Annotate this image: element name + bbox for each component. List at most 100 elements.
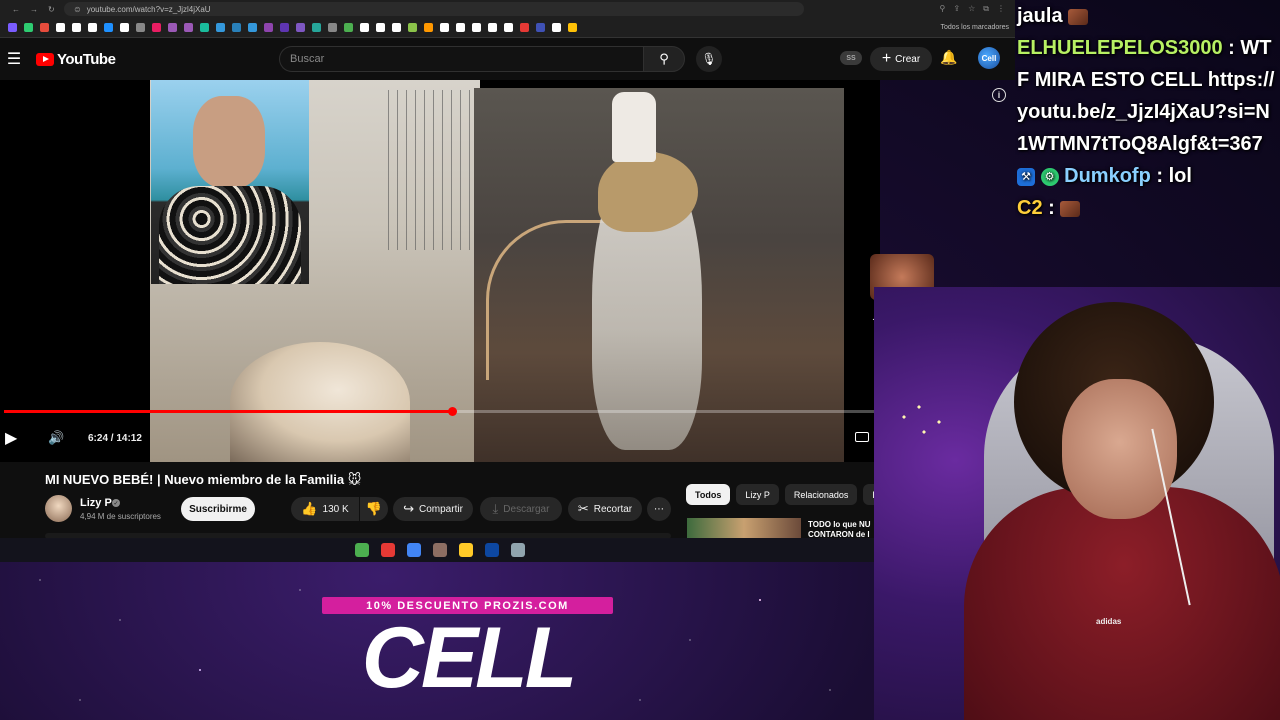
taskbar — [0, 538, 880, 562]
bookmark-icon[interactable] — [504, 23, 513, 32]
create-button[interactable]: + Crear — [870, 47, 932, 71]
stream-chat: jaula ELHUELEPELOS3000 : WTF MIRA ESTO C… — [1015, 0, 1280, 285]
zoom-icon[interactable]: ⚲ — [940, 4, 946, 14]
bookmark-icon[interactable] — [104, 23, 113, 32]
chat-username: Dumkofp — [1064, 165, 1151, 187]
chat-message: ⚒ ⚙ Dumkofp : lol — [1017, 160, 1280, 192]
bookmark-icon[interactable] — [88, 23, 97, 32]
download-button[interactable]: ⤓ Descargar — [480, 497, 562, 521]
verified-icon: ✓ — [112, 499, 120, 507]
more-actions-button[interactable]: ⋯ — [647, 497, 671, 521]
recommendation-title[interactable]: TODO lo que NU CONTARON de l — [808, 520, 876, 540]
bookmark-icon[interactable] — [392, 23, 401, 32]
bookmark-icon[interactable] — [376, 23, 385, 32]
forward-icon[interactable]: → — [30, 5, 38, 14]
bookmark-icon[interactable] — [552, 23, 561, 32]
taskbar-app-icon[interactable] — [381, 543, 395, 557]
bookmark-icon[interactable] — [264, 23, 273, 32]
bookmark-icon[interactable] — [168, 23, 177, 32]
search-input[interactable]: Buscar — [279, 46, 643, 72]
play-button[interactable]: ▶ — [5, 428, 17, 448]
extensions-icon[interactable]: ⧉ — [983, 4, 989, 14]
bookmark-icon[interactable] — [56, 23, 65, 32]
volume-button[interactable]: 🔊 — [48, 430, 64, 446]
reload-icon[interactable]: ↻ — [48, 5, 55, 14]
channel-name[interactable]: Lizy P — [80, 497, 112, 509]
bookmark-icon[interactable] — [312, 23, 321, 32]
bookmark-icon[interactable] — [232, 23, 241, 32]
bookmark-icon[interactable] — [536, 23, 545, 32]
chat-badge-icon: ⚙ — [1040, 167, 1059, 186]
chip-channel[interactable]: Lizy P — [736, 484, 779, 505]
extensions-area: ⚲ ⇪ ☆ ⧉ ⋮ — [804, 4, 1015, 14]
address-bar[interactable]: ⊜ youtube.com/watch?v=z_Jjzl4jXaU — [64, 2, 804, 16]
bookmark-icon[interactable] — [72, 23, 81, 32]
recommendation-thumbnail[interactable] — [687, 518, 801, 538]
taskbar-app-icon[interactable] — [355, 543, 369, 557]
info-icon[interactable]: i — [992, 88, 1006, 102]
bookmarks-folder[interactable]: Todos los marcadores — [941, 24, 1009, 31]
taskbar-app-icon[interactable] — [433, 543, 447, 557]
dislike-button[interactable]: 👎 — [360, 497, 388, 521]
star-icon[interactable]: ☆ — [968, 4, 975, 14]
subscribe-button[interactable]: Suscribirme — [181, 497, 255, 521]
notifications-bell-icon[interactable]: 🔔 — [940, 49, 957, 66]
bookmark-icon[interactable] — [472, 23, 481, 32]
subtitles-icon[interactable] — [855, 432, 869, 442]
bookmark-icon[interactable] — [296, 23, 305, 32]
channel-avatar[interactable] — [45, 495, 72, 522]
like-count: 130 K — [322, 503, 349, 515]
menu-hamburger-icon[interactable]: ☰ — [4, 49, 24, 69]
bookmark-icon[interactable] — [216, 23, 225, 32]
share-icon[interactable]: ⇪ — [953, 4, 960, 14]
bookmark-icon[interactable] — [520, 23, 529, 32]
site-info-icon[interactable]: ⊜ — [74, 5, 81, 14]
menu-icon[interactable]: ⋮ — [997, 4, 1005, 14]
bookmark-icon[interactable] — [344, 23, 353, 32]
ss-badge[interactable]: SS — [840, 51, 862, 65]
bookmark-icon[interactable] — [40, 23, 49, 32]
chat-partial-line: C2 : — [1017, 192, 1280, 224]
bookmark-icon[interactable] — [328, 23, 337, 32]
bookmark-icon[interactable] — [152, 23, 161, 32]
bookmark-icon[interactable] — [248, 23, 257, 32]
search-button[interactable]: ⚲ — [643, 46, 685, 72]
bookmark-icon[interactable] — [424, 23, 433, 32]
bookmark-icon[interactable] — [8, 23, 17, 32]
account-avatar[interactable]: Cell — [978, 47, 1000, 69]
youtube-header: ☰ YouTube Buscar ⚲ 🎙 SS + Crear 🔔 Cell — [0, 38, 1015, 80]
chip-all[interactable]: Todos — [686, 484, 731, 505]
taskbar-app-icon[interactable] — [511, 543, 525, 557]
progress-bar[interactable] — [4, 407, 876, 416]
bookmark-icon[interactable] — [360, 23, 369, 32]
bookmark-icon[interactable] — [136, 23, 145, 32]
bookmark-icon[interactable] — [568, 23, 577, 32]
bookmark-icon[interactable] — [120, 23, 129, 32]
like-button[interactable]: 👍 130 K — [291, 497, 359, 521]
taskbar-app-icon[interactable] — [459, 543, 473, 557]
taskbar-app-icon[interactable] — [485, 543, 499, 557]
bookmark-icon[interactable] — [24, 23, 33, 32]
bookmark-icon[interactable] — [488, 23, 497, 32]
bookmark-icon[interactable] — [408, 23, 417, 32]
clip-button[interactable]: ✂ Recortar — [568, 497, 642, 521]
scissors-icon: ✂ — [577, 501, 589, 516]
share-arrow-icon: ↪ — [403, 501, 414, 516]
video-frame-cat — [230, 342, 410, 462]
volume-icon: 🔊 — [48, 430, 65, 445]
play-icon: ▶ — [5, 430, 18, 447]
microphone-icon: 🎙 — [701, 52, 717, 66]
bookmark-icon[interactable] — [184, 23, 193, 32]
bookmark-icon[interactable] — [440, 23, 449, 32]
back-icon[interactable]: ← — [12, 5, 20, 14]
bookmark-icon[interactable] — [456, 23, 465, 32]
video-player[interactable]: ▶ 🔊 6:24 / 14:12 — [0, 80, 880, 462]
share-button[interactable]: ↪ Compartir — [393, 497, 473, 521]
voice-search-button[interactable]: 🎙 — [696, 46, 722, 72]
bookmark-icon[interactable] — [280, 23, 289, 32]
bookmark-icon[interactable] — [200, 23, 209, 32]
taskbar-app-icon[interactable] — [407, 543, 421, 557]
youtube-logo[interactable]: YouTube — [36, 51, 116, 68]
streamer-face — [1062, 379, 1177, 519]
chip-related[interactable]: Relacionados — [784, 484, 858, 505]
